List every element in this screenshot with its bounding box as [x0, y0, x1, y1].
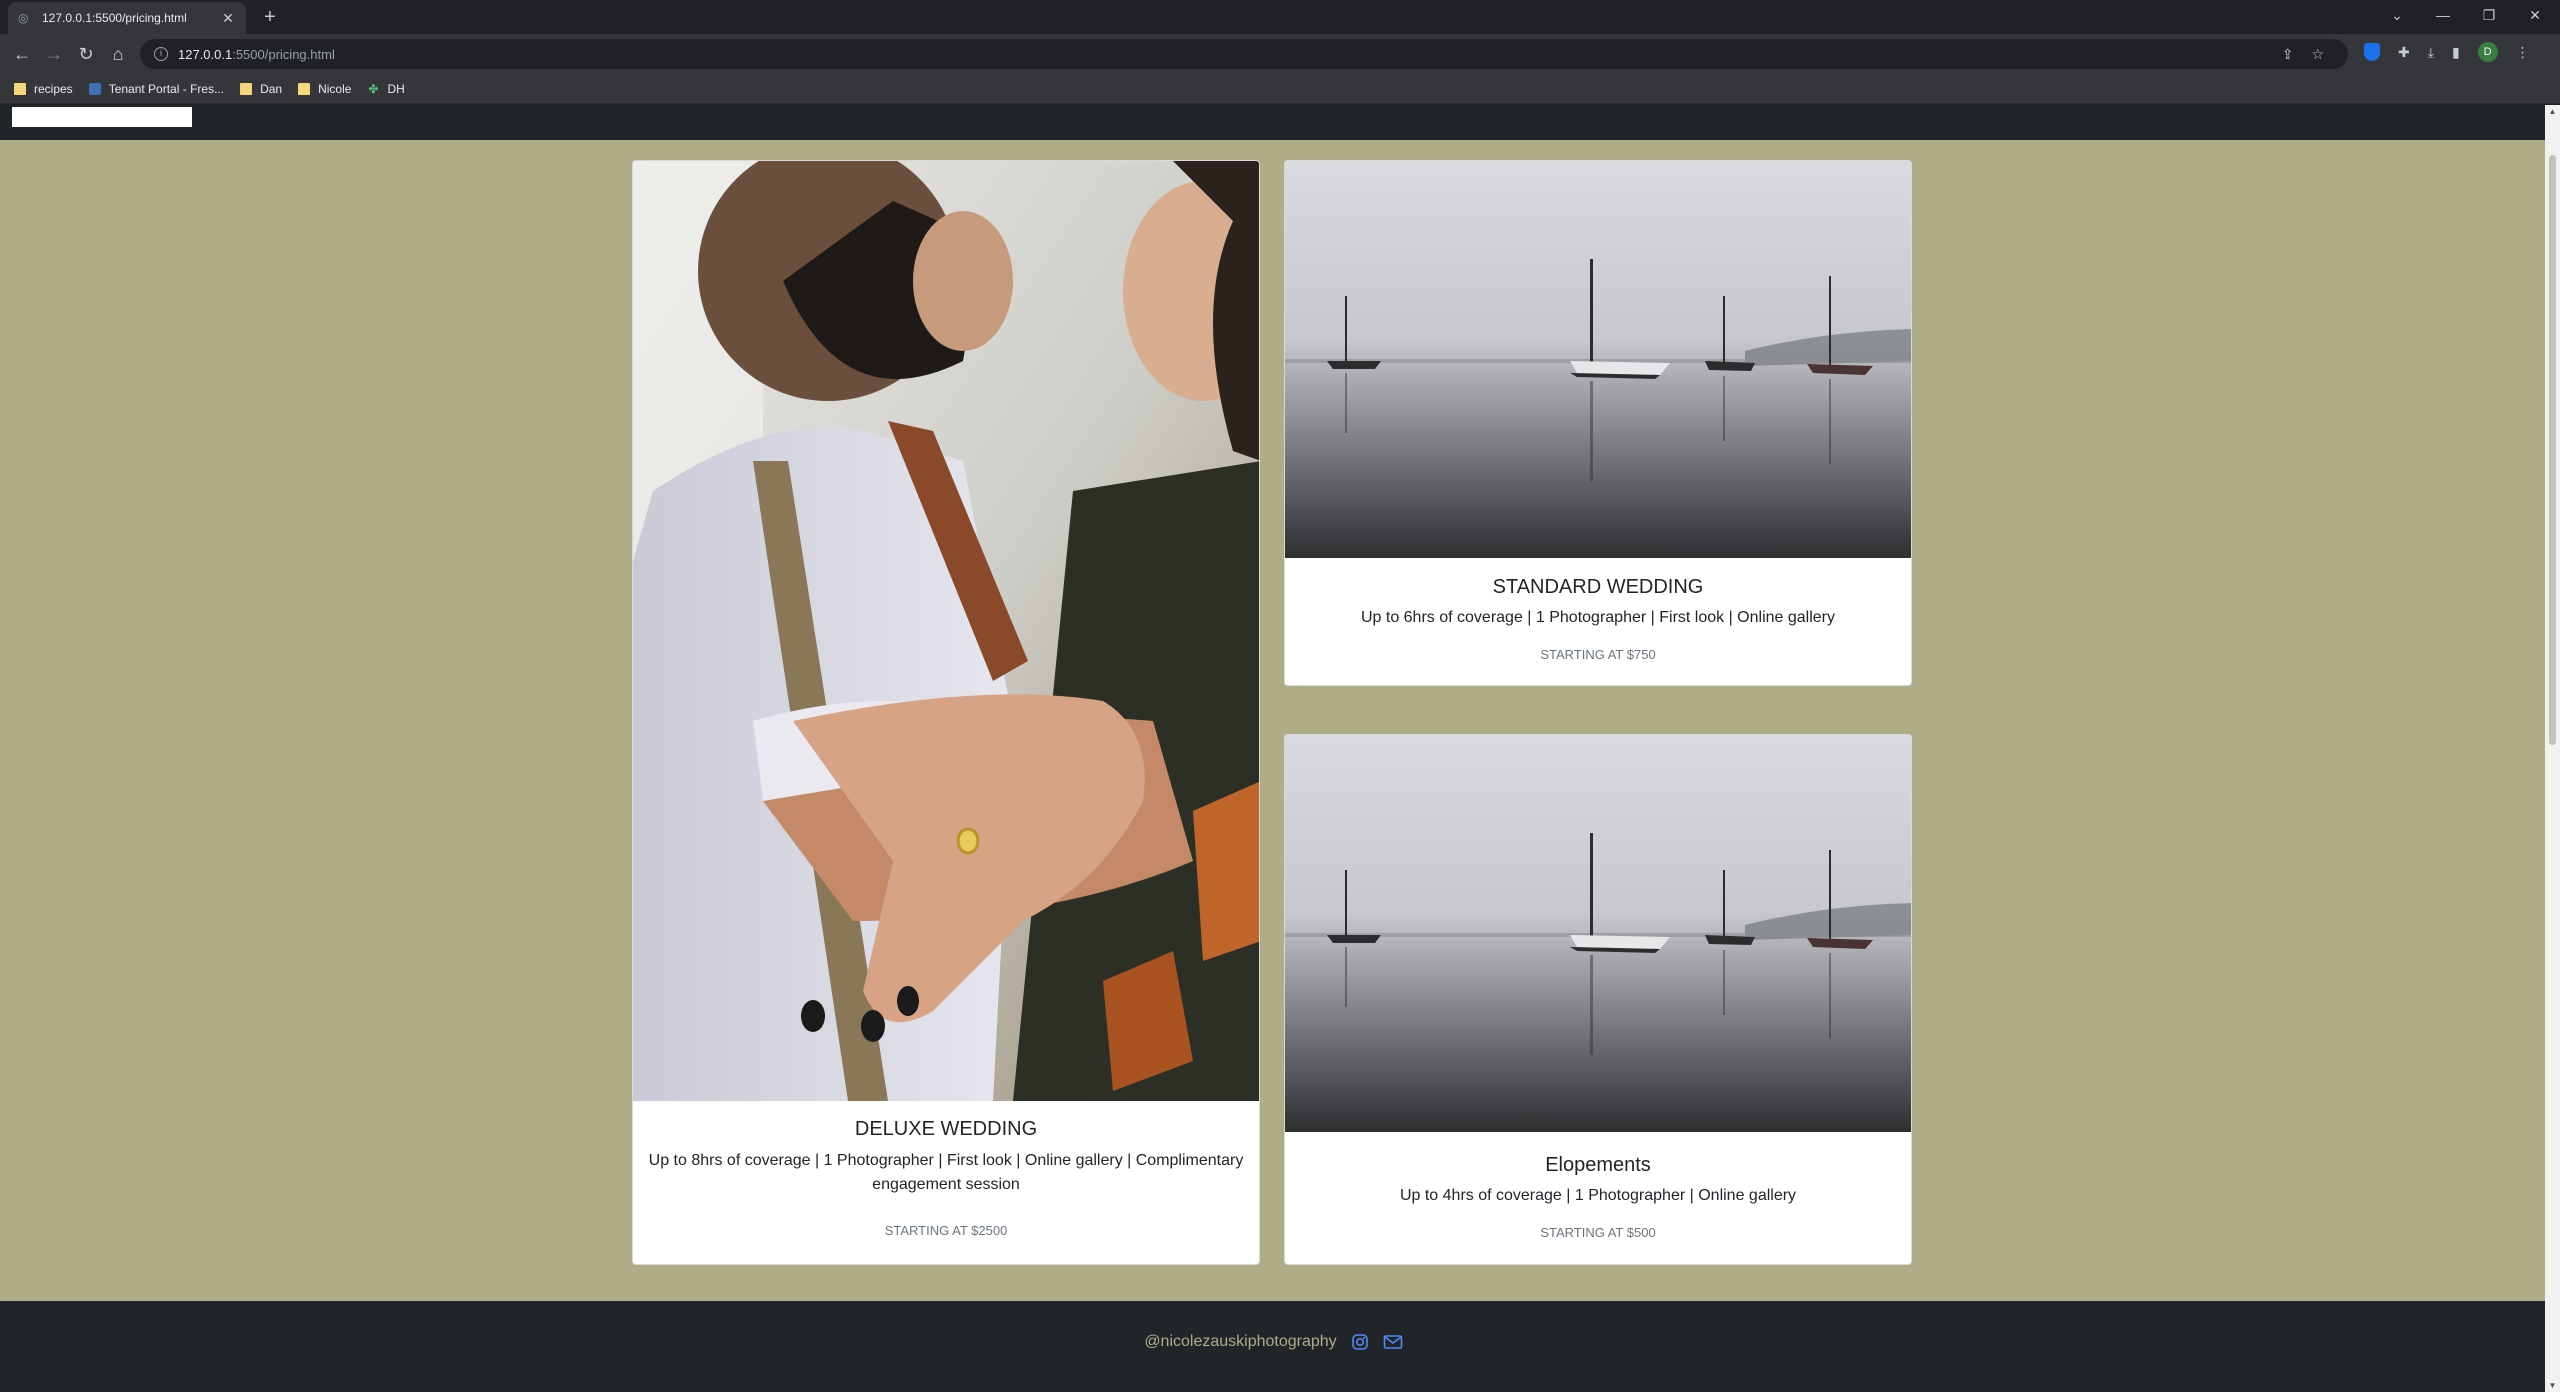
instagram-handle[interactable]: @nicolezauskiphotography — [1144, 1333, 1336, 1351]
home-icon[interactable]: ⌂ — [106, 42, 130, 66]
address-bar[interactable]: i 127.0.0.1:5500/pricing.html ⇪ ☆ — [140, 39, 2348, 69]
tab-title: 127.0.0.1:5500/pricing.html — [42, 11, 187, 25]
page-scrollbar[interactable]: ▲ ▼ — [2545, 105, 2560, 1392]
bookmark-dan[interactable]: Dan — [240, 82, 282, 96]
page-viewport: DELUXE WEDDING Up to 8hrs of coverage | … — [0, 105, 2545, 1392]
card-price: STARTING AT $500 — [1540, 1225, 1656, 1240]
card-price: STARTING AT $750 — [1540, 647, 1656, 662]
profile-avatar[interactable]: D — [2477, 42, 2498, 62]
browser-toolbar: ← → ↻ ⌂ i 127.0.0.1:5500/pricing.html ⇪ … — [0, 34, 2560, 74]
scrollbar-thumb[interactable] — [2549, 155, 2556, 745]
couple-ring-photo — [633, 161, 1259, 1101]
card-description: Up to 4hrs of coverage | 1 Photographer … — [1399, 1187, 1797, 1204]
folder-icon — [298, 82, 311, 95]
scroll-down-icon[interactable]: ▼ — [2545, 1381, 2560, 1390]
minimize-icon[interactable]: — — [2420, 0, 2466, 30]
portal-icon — [88, 82, 101, 95]
forward-icon[interactable]: → — [42, 42, 66, 66]
url-path: :5500/pricing.html — [232, 46, 335, 62]
browser-tab[interactable]: ◎ 127.0.0.1:5500/pricing.html ✕ — [8, 2, 246, 34]
folder-icon — [14, 82, 26, 95]
restore-icon[interactable]: ❐ — [2466, 0, 2512, 30]
card-title: Elopements — [1545, 1154, 1651, 1176]
download-icon[interactable]: ⤓ — [2428, 44, 2434, 61]
folder-icon — [240, 82, 253, 95]
bookmark-recipes[interactable]: recipes — [14, 82, 73, 96]
pricing-card-standard: STANDARD WEDDING Up to 6hrs of coverage … — [1284, 160, 1912, 686]
share-icon[interactable]: ⇪ — [2282, 46, 2294, 63]
url-host: 127.0.0.1 — [178, 46, 233, 62]
foggy-lake-sailboats-photo — [1285, 161, 1911, 558]
instagram-icon[interactable] — [1351, 1333, 1369, 1351]
site-navbar — [0, 105, 2545, 140]
card-description: Up to 8hrs of coverage | 1 Photographer … — [648, 1152, 1244, 1193]
tab-strip: ◎ 127.0.0.1:5500/pricing.html ✕ + ⌄ — ❐ … — [0, 0, 2560, 34]
site-info-icon[interactable]: i — [154, 47, 168, 61]
site-logo[interactable] — [12, 107, 192, 127]
dh-icon: ✤ — [368, 81, 379, 96]
foggy-lake-sailboats-photo — [1285, 735, 1911, 1132]
bitwarden-extension-icon[interactable] — [2364, 43, 2380, 61]
tab-close-icon[interactable]: ✕ — [220, 10, 236, 27]
extensions-puzzle-icon[interactable]: ✚ — [2398, 44, 2410, 61]
reload-icon[interactable]: ↻ — [74, 42, 98, 66]
envelope-icon[interactable] — [1383, 1333, 1402, 1351]
bookmark-tenant-portal[interactable]: Tenant Portal - Fres... — [88, 82, 224, 96]
pricing-card-deluxe: DELUXE WEDDING Up to 8hrs of coverage | … — [632, 160, 1260, 1265]
globe-icon: ◎ — [18, 11, 29, 25]
scroll-up-icon[interactable]: ▲ — [2545, 107, 2560, 116]
side-panel-icon[interactable]: ▮ — [2452, 44, 2460, 61]
bookmark-dh[interactable]: ✤ DH — [367, 82, 404, 96]
card-description: Up to 6hrs of coverage | 1 Photographer … — [1360, 609, 1836, 626]
bookmarks-bar: recipes Tenant Portal - Fres... Dan Nico… — [0, 74, 2560, 104]
bookmark-nicole[interactable]: Nicole — [298, 82, 351, 96]
card-title: STANDARD WEDDING — [1492, 576, 1704, 598]
new-tab-button[interactable]: + — [258, 6, 282, 30]
back-icon[interactable]: ← — [10, 42, 34, 66]
tab-search-icon[interactable]: ⌄ — [2374, 0, 2420, 30]
close-window-icon[interactable]: ✕ — [2512, 0, 2558, 30]
pricing-card-elopements: Elopements Up to 4hrs of coverage | 1 Ph… — [1284, 734, 1912, 1265]
menu-kebab-icon[interactable]: ⋮ — [2516, 44, 2530, 61]
card-title: DELUXE WEDDING — [854, 1118, 1038, 1140]
card-price: STARTING AT $2500 — [884, 1223, 1008, 1238]
site-footer: @nicolezauskiphotography — [0, 1301, 2545, 1392]
bookmark-star-icon[interactable]: ☆ — [2311, 46, 2324, 63]
